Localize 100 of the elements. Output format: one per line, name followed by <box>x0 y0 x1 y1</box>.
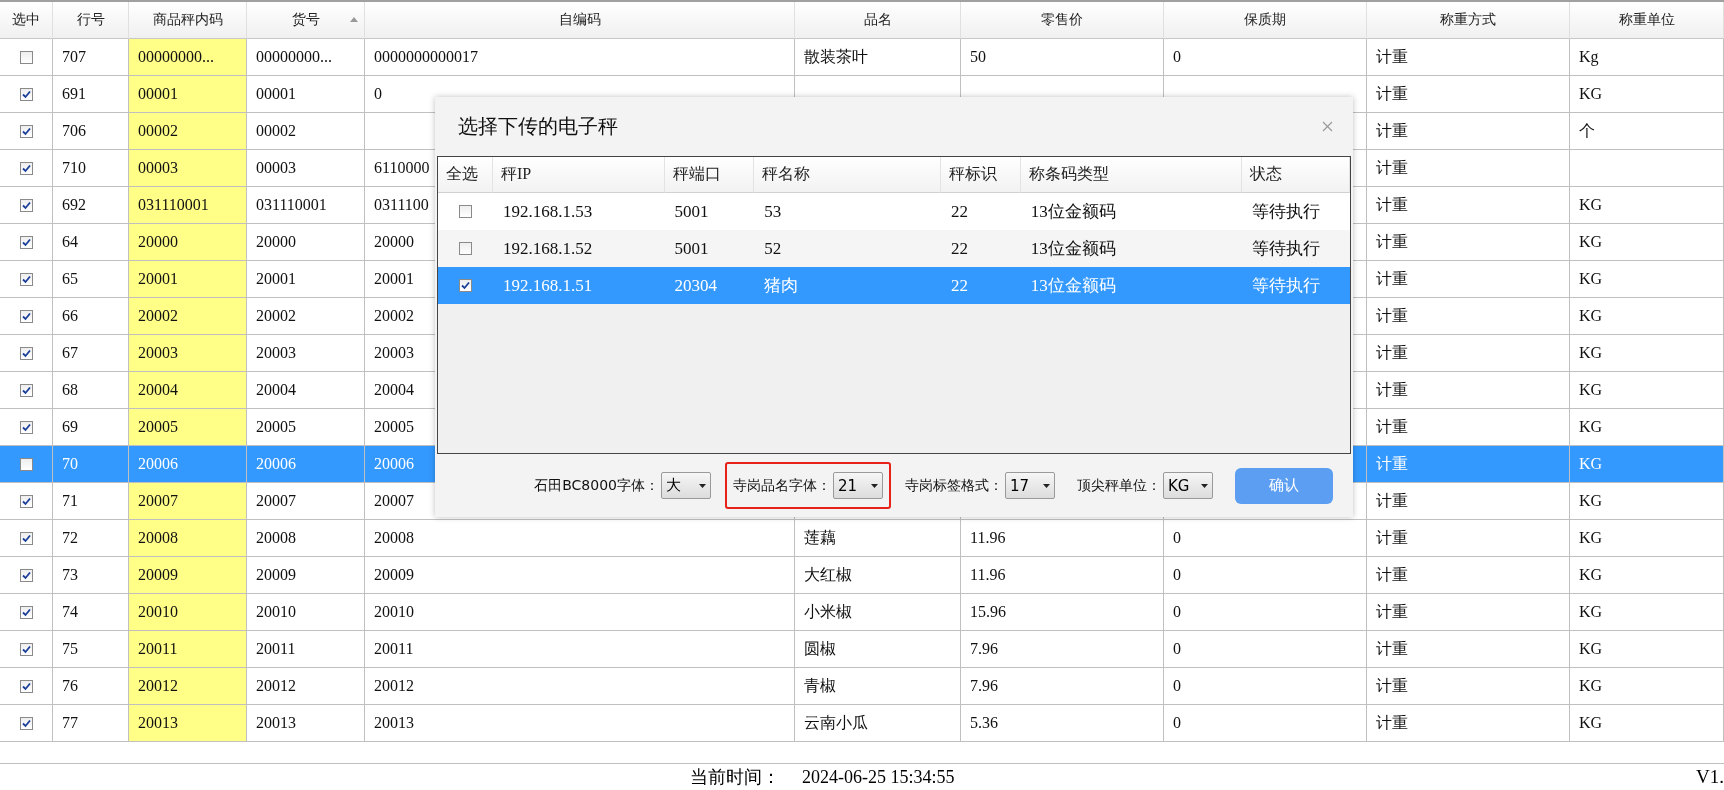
table-row[interactable]: 73 20009 20009 20009 大红椒 11.96 0 计重 KG <box>0 557 1724 594</box>
dropdown[interactable]: 17 <box>1005 472 1055 499</box>
option-label: 顶尖秤单位： <box>1077 476 1161 495</box>
checkbox[interactable] <box>19 87 33 101</box>
table-cell-text: 5001 <box>673 237 710 260</box>
table-cell: 00000000... <box>129 39 247 76</box>
column-header[interactable]: 秤标识 <box>940 157 1021 193</box>
dropdown[interactable]: KG <box>1163 472 1213 499</box>
table-cell-text: 等待执行 <box>1251 201 1322 223</box>
table-row[interactable]: 74 20010 20010 20010 小米椒 15.96 0 计重 KG <box>0 594 1724 631</box>
table-cell-text: 等待执行 <box>1251 238 1322 260</box>
checkbox[interactable] <box>19 605 33 619</box>
table-cell: 20012 <box>129 668 247 705</box>
checkbox[interactable] <box>19 50 33 64</box>
table-cell-text: 192.168.1.53 <box>501 200 594 223</box>
table-cell: 20005 <box>129 409 247 446</box>
column-header[interactable]: 保质期 <box>1164 2 1367 39</box>
table-cell: 20013 <box>129 705 247 742</box>
checkbox[interactable] <box>19 346 33 360</box>
table-cell: 计重 <box>1367 705 1570 742</box>
table-cell: 云南小瓜 <box>795 705 961 742</box>
table-row[interactable]: 76 20012 20012 20012 青椒 7.96 0 计重 KG <box>0 668 1724 705</box>
table-cell: 20009 <box>129 557 247 594</box>
checkbox[interactable] <box>19 642 33 656</box>
table-cell: 031110001 <box>129 187 247 224</box>
table-cell-text: 192.168.1.51 <box>501 274 594 297</box>
checkbox[interactable] <box>458 242 472 255</box>
column-header[interactable]: 品名 <box>795 2 961 39</box>
column-header[interactable]: 称重单位 <box>1570 2 1724 39</box>
table-cell: 00001 <box>129 76 247 113</box>
checkbox[interactable] <box>19 716 33 730</box>
checkbox[interactable] <box>19 272 33 286</box>
table-cell: 5.36 <box>961 705 1164 742</box>
table-cell-text: 53 <box>763 200 783 223</box>
dialog-title: 选择下传的电子秤 <box>458 113 618 140</box>
table-cell: 20001 <box>129 261 247 298</box>
table-cell: 20007 <box>129 483 247 520</box>
table-cell: 0 <box>1164 705 1367 742</box>
table-cell-text: 13位金额码 <box>1029 201 1117 223</box>
table-cell-text: 13位金额码 <box>1029 238 1117 260</box>
table-cell: 20002 <box>129 298 247 335</box>
checkbox[interactable] <box>19 568 33 582</box>
table-row[interactable]: 192.168.1.53 5001 53 22 13位金额码 等待执行 <box>438 193 1350 230</box>
checkbox[interactable] <box>19 198 33 212</box>
column-header[interactable]: 称条码类型 <box>1020 157 1243 193</box>
table-cell: 20013 <box>365 705 795 742</box>
table-cell-text: 52 <box>763 237 783 260</box>
table-cell-text: 22 <box>949 274 969 297</box>
checkbox[interactable] <box>458 279 472 292</box>
checkbox[interactable] <box>19 420 33 434</box>
time-label: 当前时间： <box>690 766 780 789</box>
column-header[interactable]: 自编码 <box>365 2 795 39</box>
table-cell: 20003 <box>129 335 247 372</box>
checkbox[interactable] <box>19 235 33 249</box>
checkbox[interactable] <box>19 124 33 138</box>
table-cell-text: 5001 <box>673 200 710 223</box>
dropdown[interactable]: 大 <box>661 472 711 499</box>
table-row[interactable]: 77 20013 20013 20013 云南小瓜 5.36 0 计重 KG <box>0 705 1724 742</box>
column-header[interactable]: 状态 <box>1242 157 1350 193</box>
checkbox[interactable] <box>19 531 33 545</box>
column-header[interactable]: 商品秤内码 <box>129 2 247 39</box>
column-header[interactable]: 选中 <box>0 2 53 39</box>
checkbox[interactable] <box>19 457 33 471</box>
table-cell: 20011 <box>129 631 247 668</box>
close-icon[interactable] <box>1322 121 1333 132</box>
table-row[interactable]: 72 20008 20008 20008 莲藕 11.96 0 计重 KG <box>0 520 1724 557</box>
table-cell-text: 20304 <box>673 274 718 297</box>
table-cell-text: 192.168.1.52 <box>501 237 594 260</box>
checkbox[interactable] <box>19 494 33 508</box>
table-cell-text: 22 <box>949 200 969 223</box>
column-header[interactable]: 全选 <box>438 157 493 193</box>
column-header[interactable]: 秤名称 <box>754 157 941 193</box>
column-header[interactable]: 秤IP <box>492 157 665 193</box>
column-header[interactable]: 行号 <box>53 2 129 39</box>
checkbox[interactable] <box>19 679 33 693</box>
checkbox[interactable] <box>458 205 472 218</box>
table-cell: KG <box>1570 705 1724 742</box>
column-header[interactable]: 秤端口 <box>664 157 755 193</box>
table-cell: 20000 <box>129 224 247 261</box>
table-cell: 20008 <box>129 520 247 557</box>
table-cell: 20013 <box>247 705 365 742</box>
checkbox[interactable] <box>19 161 33 175</box>
table-cell: 20010 <box>129 594 247 631</box>
column-header[interactable]: 称重方式 <box>1367 2 1570 39</box>
table-row[interactable]: 192.168.1.52 5001 52 22 13位金额码 等待执行 <box>438 230 1350 267</box>
table-cell-text: 13位金额码 <box>1029 275 1117 297</box>
dropdown[interactable]: 21 <box>833 472 883 499</box>
column-header[interactable]: 货号 <box>247 2 365 39</box>
table-row[interactable]: 75 20011 20011 20011 圆椒 7.96 0 计重 KG <box>0 631 1724 668</box>
table-cell: 20004 <box>129 372 247 409</box>
checkbox[interactable] <box>19 383 33 397</box>
checkbox[interactable] <box>19 309 33 323</box>
table-cell: 00002 <box>129 113 247 150</box>
option-label: 寺岗标签格式： <box>905 476 1003 495</box>
column-header[interactable]: 零售价 <box>961 2 1164 39</box>
table-cell-text: 22 <box>949 237 969 260</box>
table-cell: 00003 <box>129 150 247 187</box>
table-cell-text: 等待执行 <box>1251 275 1322 297</box>
table-row[interactable]: 707 00000000... 00000000... 0000000000017 散装茶叶 50 0 计重 Kg <box>0 39 1724 76</box>
time-value: 2024-06-25 15:34:55 <box>802 766 955 788</box>
